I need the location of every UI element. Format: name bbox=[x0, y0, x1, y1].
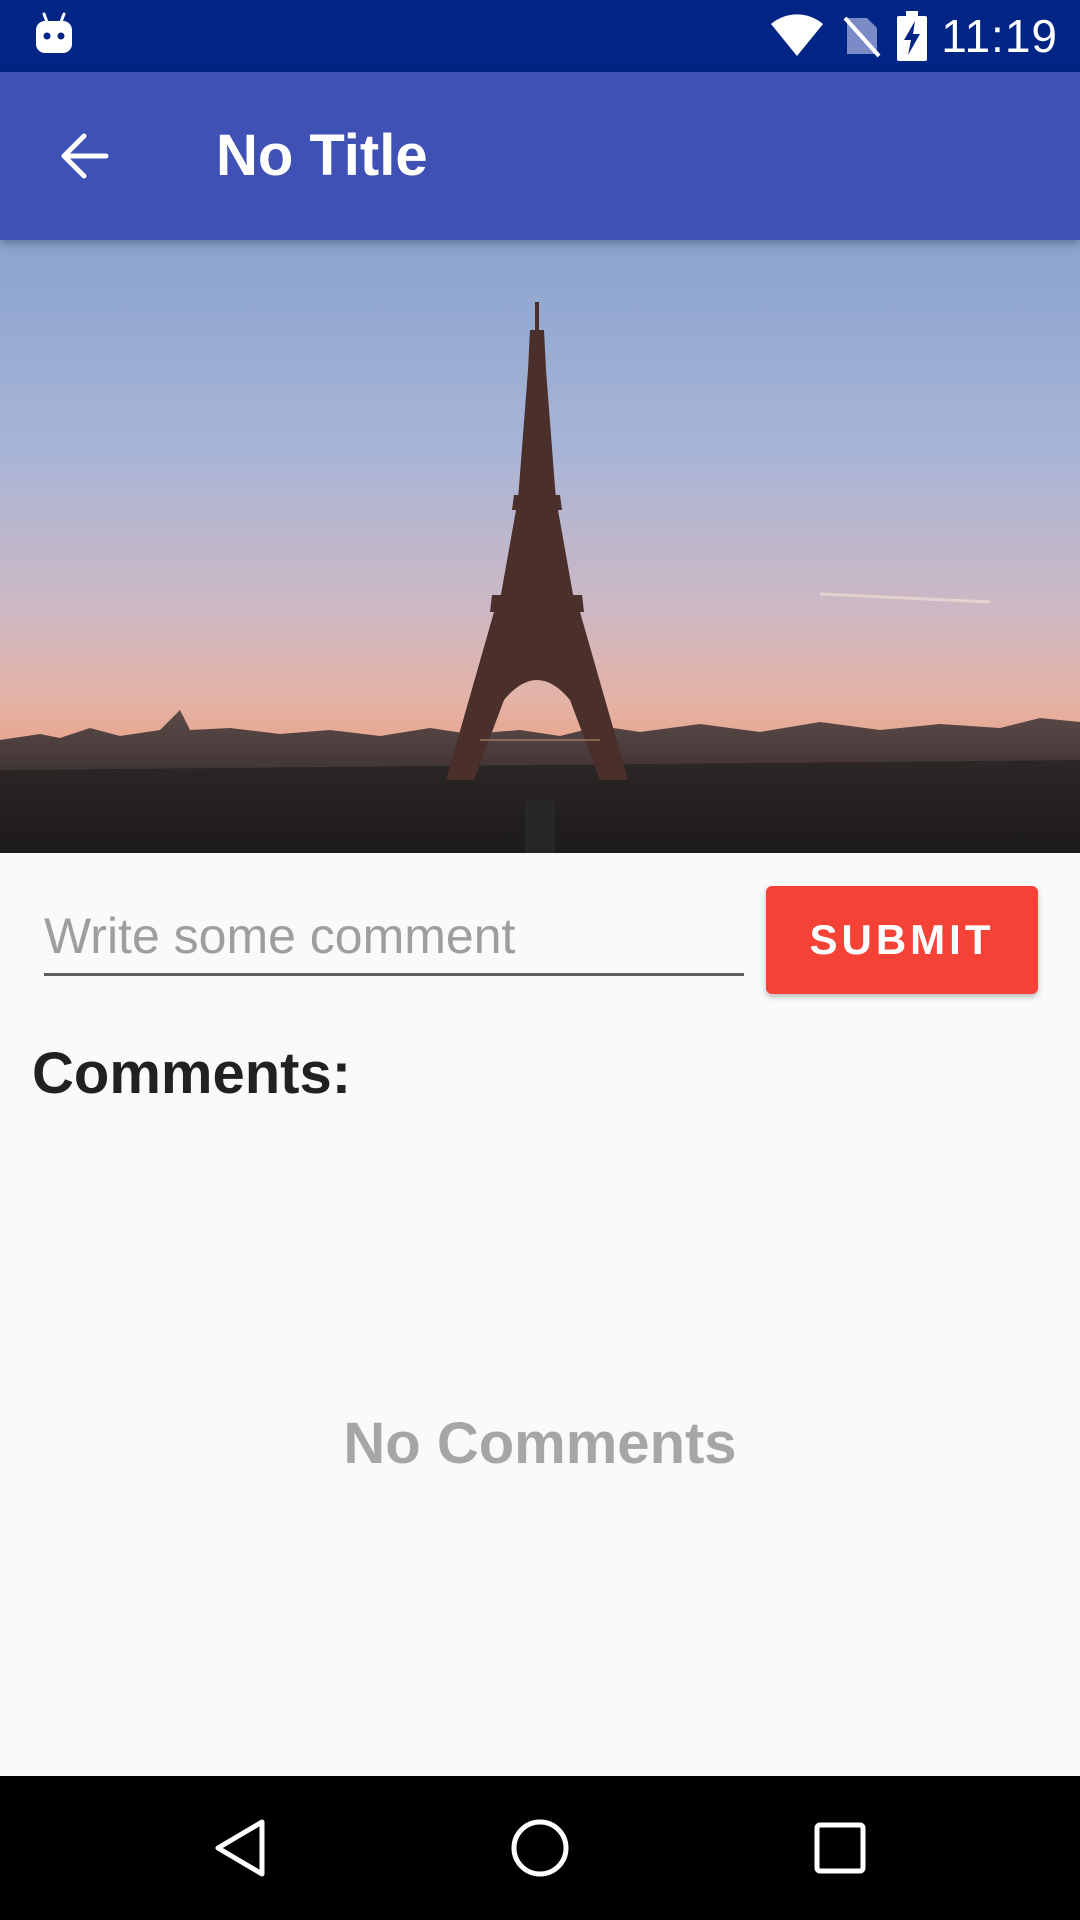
arrow-back-icon bbox=[61, 133, 109, 179]
comments-heading: Comments: bbox=[32, 1041, 352, 1106]
status-bar: 11:19 bbox=[0, 0, 1080, 72]
comment-input[interactable] bbox=[44, 899, 744, 976]
wifi-icon bbox=[769, 14, 825, 58]
empty-comments-text: No Comments bbox=[343, 1411, 737, 1476]
page-title: No Title bbox=[216, 123, 428, 188]
eiffel-tower-photo bbox=[0, 240, 1080, 853]
recents-square-icon bbox=[814, 1822, 866, 1874]
comment-form: SUBMIT bbox=[0, 853, 1080, 1013]
back-triangle-icon bbox=[215, 1819, 265, 1877]
android-notification-icon bbox=[34, 12, 74, 56]
nav-recents-button[interactable] bbox=[800, 1808, 880, 1888]
app-bar: No Title bbox=[0, 72, 1080, 240]
status-time: 11:19 bbox=[941, 10, 1058, 62]
navigation-bar bbox=[0, 1776, 1080, 1920]
home-circle-icon bbox=[511, 1819, 569, 1877]
status-icons: 11:19 bbox=[769, 0, 1058, 72]
back-button[interactable] bbox=[42, 114, 126, 198]
submit-button[interactable]: SUBMIT bbox=[766, 886, 1038, 994]
nav-back-button[interactable] bbox=[200, 1808, 280, 1888]
no-sim-icon bbox=[841, 14, 881, 58]
hero-image bbox=[0, 240, 1080, 853]
battery-charging-icon bbox=[897, 11, 928, 61]
nav-home-button[interactable] bbox=[500, 1808, 580, 1888]
